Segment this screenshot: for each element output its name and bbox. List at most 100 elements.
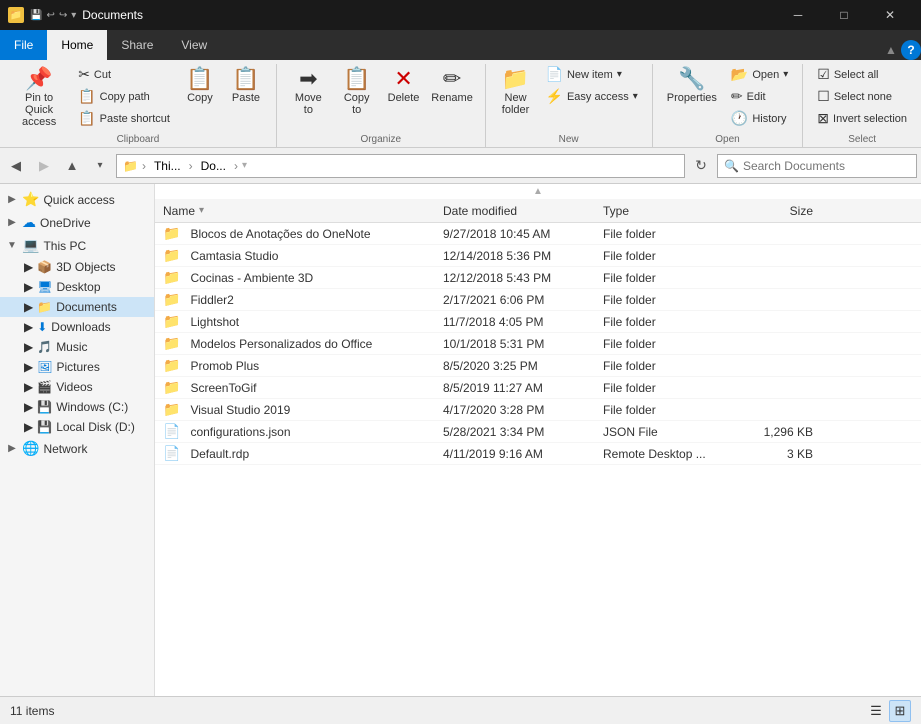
sidebar-item-network[interactable]: ▶ 🌐 Network [0,437,154,460]
table-row[interactable]: 📁 Visual Studio 2019 4/17/2020 3:28 PM F… [155,399,921,421]
sidebar-item-desktop[interactable]: ▶ 🖥 Desktop [0,277,154,297]
rename-button[interactable]: ✏ Rename [428,64,477,108]
desktop-icon: 🖥 [37,280,52,294]
3d-objects-expand-icon: ▶ [24,260,33,274]
sidebar-item-label: Quick access [43,193,148,207]
table-row[interactable]: 📁 Cocinas - Ambiente 3D 12/12/2018 5:43 … [155,267,921,289]
this-pc-icon: 💻 [22,237,39,254]
sidebar-item-onedrive[interactable]: ▶ ☁ OneDrive [0,211,154,234]
sidebar-item-this-pc[interactable]: ▼ 💻 This PC [0,234,154,257]
refresh-button[interactable]: ↻ [689,154,713,178]
open-items: 🔧 Properties 📂 Open ▾ ✏ Edit 🕐 History [661,64,795,132]
windows-c-expand-icon: ▶ [24,400,33,414]
tab-share[interactable]: Share [107,30,167,60]
history-button[interactable]: 🕐 History [725,108,794,129]
copy-button[interactable]: 📋 Copy [178,64,222,108]
delete-button[interactable]: ✕ Delete [382,64,426,108]
redo-icon[interactable]: ↩ [59,10,67,21]
table-row[interactable]: 📁 Camtasia Studio 12/14/2018 5:36 PM Fil… [155,245,921,267]
file-name: Modelos Personalizados do Office [190,337,443,351]
invert-selection-button[interactable]: ⊠ Invert selection [811,108,913,129]
path-part-documents[interactable]: Do... [197,157,230,175]
properties-button[interactable]: 🔧 Properties [661,64,723,108]
cut-button[interactable]: ✂ Cut [72,64,176,85]
copy-path-button[interactable]: 📋 Copy path [72,86,176,107]
search-input[interactable] [743,159,910,173]
move-icon: ➡ [299,68,317,90]
forward-button[interactable]: ▶ [32,154,56,178]
copy-to-icon: 📋 [343,68,370,90]
copy-to-button[interactable]: 📋 Copy to [334,64,380,120]
rename-icon: ✏ [443,68,461,90]
open-label: Open [715,132,739,147]
recent-locations-button[interactable]: ▾ [88,154,112,178]
move-to-button[interactable]: ➡ Move to [285,64,332,120]
column-name[interactable]: Name ▾ [163,204,443,218]
open-button[interactable]: 📂 Open ▾ [725,64,794,85]
path-part-this-pc[interactable]: Thi... [150,157,185,175]
sidebar-item-music[interactable]: ▶ 🎵 Music [0,337,154,357]
paste-shortcut-button[interactable]: 📋 Paste shortcut [72,108,176,129]
sidebar-item-3d-objects[interactable]: ▶ 📦 3D Objects [0,257,154,277]
table-row[interactable]: 📄 Default.rdp 4/11/2019 9:16 AM Remote D… [155,443,921,465]
quick-access-toolbar: 💾 ↩ ↩ ▾ [30,10,76,21]
file-name: ScreenToGif [190,381,443,395]
search-box[interactable]: 🔍 [717,154,917,178]
table-row[interactable]: 📁 Modelos Personalizados do Office 10/1/… [155,333,921,355]
sidebar-item-pictures[interactable]: ▶ 🖼 Pictures [0,357,154,377]
sidebar-item-windows-c[interactable]: ▶ 💾 Windows (C:) [0,397,154,417]
easy-access-button[interactable]: ⚡ Easy access ▾ [540,86,644,107]
sidebar-item-videos[interactable]: ▶ 🎬 Videos [0,377,154,397]
desktop-expand-icon: ▶ [24,280,33,294]
file-icon: 📁 [163,247,180,264]
file-type: File folder [603,359,733,373]
ribbon-collapse-button[interactable]: ▲ [881,40,901,60]
view-large-icons-button[interactable]: ⊞ [889,700,911,722]
tab-view[interactable]: View [167,30,221,60]
maximize-button[interactable]: □ [821,0,867,30]
table-row[interactable]: 📁 Promob Plus 8/5/2020 3:25 PM File fold… [155,355,921,377]
new-folder-button[interactable]: 📁 New folder [494,64,538,120]
edit-button[interactable]: ✏ Edit [725,86,794,107]
ribbon-group-clipboard: 📌 Pin to Quick access ✂ Cut 📋 Copy path … [0,64,277,147]
paste-button[interactable]: 📋 Paste [224,64,268,108]
view-details-button[interactable]: ☰ [865,700,887,722]
tab-home[interactable]: Home [47,30,107,60]
address-bar: ◀ ▶ ▲ ▾ 📁 › Thi... › Do... › ▾ ↻ 🔍 [0,148,921,184]
quick-save-icon[interactable]: 💾 [30,10,42,21]
sidebar-item-quick-access[interactable]: ▶ ⭐ Quick access [0,188,154,211]
up-button[interactable]: ▲ [60,154,84,178]
table-row[interactable]: 📁 ScreenToGif 8/5/2019 11:27 AM File fol… [155,377,921,399]
table-row[interactable]: 📁 Lightshot 11/7/2018 4:05 PM File folde… [155,311,921,333]
column-date-modified[interactable]: Date modified [443,204,603,218]
help-button[interactable]: ? [901,40,921,60]
table-row[interactable]: 📁 Fiddler2 2/17/2021 6:06 PM File folder [155,289,921,311]
sidebar-item-documents[interactable]: ▶ 📁 Documents [0,297,154,317]
folder-icon: 📁 [8,7,24,23]
address-path[interactable]: 📁 › Thi... › Do... › ▾ [116,154,685,178]
sidebar-item-local-disk-d[interactable]: ▶ 💾 Local Disk (D:) [0,417,154,437]
file-icon: 📄 [163,445,180,462]
minimize-button[interactable]: ─ [775,0,821,30]
table-row[interactable]: 📄 configurations.json 5/28/2021 3:34 PM … [155,421,921,443]
dropdown-icon[interactable]: ▾ [71,10,76,21]
sidebar-item-downloads[interactable]: ▶ ⬇ Downloads [0,317,154,337]
select-all-button[interactable]: ☑ Select all [811,64,913,85]
ribbon-group-open: 🔧 Properties 📂 Open ▾ ✏ Edit 🕐 History [653,64,804,147]
file-date: 2/17/2021 6:06 PM [443,293,603,307]
tab-file[interactable]: File [0,30,47,60]
column-size[interactable]: Size [733,204,813,218]
file-list-header: Name ▾ Date modified Type Size [155,199,921,223]
table-row[interactable]: 📁 Blocos de Anotações do OneNote 9/27/20… [155,223,921,245]
new-item-button[interactable]: 📄 New item ▾ [540,64,644,85]
undo-icon[interactable]: ↩ [46,10,54,21]
path-dropdown-icon[interactable]: ▾ [242,160,247,171]
sidebar: ▶ ⭐ Quick access ▶ ☁ OneDrive ▼ 💻 This P… [0,184,155,696]
file-date: 8/5/2019 11:27 AM [443,381,603,395]
close-button[interactable]: ✕ [867,0,913,30]
title-bar: 📁 💾 ↩ ↩ ▾ Documents ─ □ ✕ [0,0,921,30]
back-button[interactable]: ◀ [4,154,28,178]
column-type[interactable]: Type [603,204,733,218]
pin-to-quick-access-button[interactable]: 📌 Pin to Quick access [8,64,70,132]
select-none-button[interactable]: ☐ Select none [811,86,913,107]
